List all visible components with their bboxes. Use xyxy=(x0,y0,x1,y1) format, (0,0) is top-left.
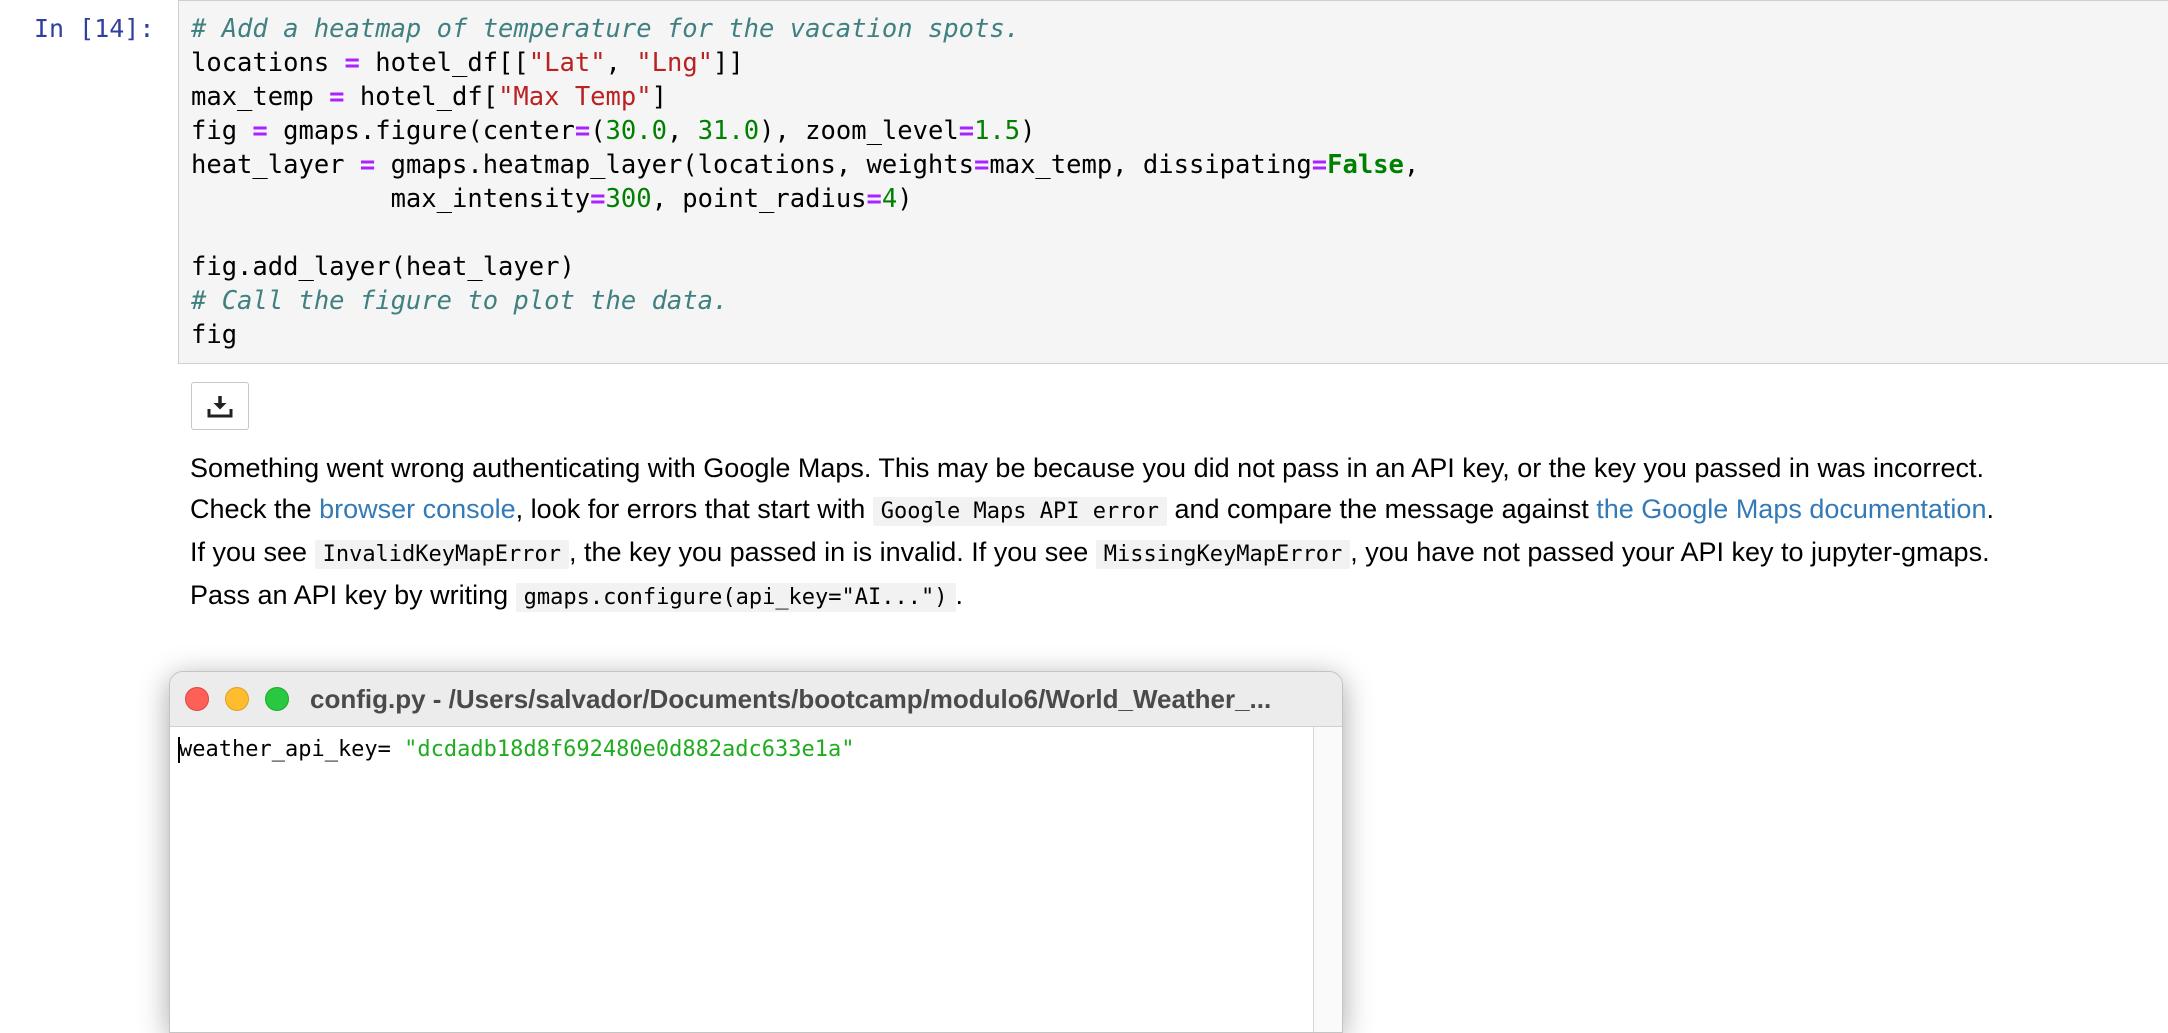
code-line: fig = gmaps.figure(center=(30.0, 31.0), … xyxy=(191,114,1419,148)
code-cell[interactable]: # Add a heatmap of temperature for the v… xyxy=(178,0,2168,364)
code-token: # Add a heatmap of temperature for the v… xyxy=(191,14,1021,44)
code-token: = xyxy=(344,48,360,78)
code-token: "Lat" xyxy=(528,48,606,78)
text: and compare the message against xyxy=(1166,494,1597,524)
code-token: = xyxy=(958,116,975,146)
text: . xyxy=(1986,494,1994,524)
text: , look for errors that start with xyxy=(515,494,873,524)
code-token: = xyxy=(359,150,376,180)
code-token: gmaps.figure(center xyxy=(267,116,575,146)
download-icon xyxy=(207,396,233,418)
cell-prompt: In [14]: xyxy=(34,14,155,43)
editor-line[interactable]: weather_api_key= "dcdadb18d8f692480e0d88… xyxy=(179,737,855,762)
code-token: max_temp xyxy=(191,82,330,112)
code-token: = xyxy=(866,184,882,214)
code-token: = xyxy=(1311,150,1328,180)
text: , the key you passed in is invalid. If y… xyxy=(569,537,1096,567)
code-token: ] xyxy=(651,82,667,112)
output-line: Check the browser console, look for erro… xyxy=(190,489,2160,532)
config-editor-window[interactable]: config.py - /Users/salvador/Documents/bo… xyxy=(169,671,1343,1033)
code-line: # Add a heatmap of temperature for the v… xyxy=(191,12,1419,46)
google-maps-docs-link[interactable]: the Google Maps documentation xyxy=(1596,494,1986,524)
variable-name: weather_api_key= xyxy=(179,737,405,762)
code-token: ), zoom_level xyxy=(759,116,959,146)
code-token: = xyxy=(329,82,345,112)
code-token: , xyxy=(666,116,698,146)
code-line: fig xyxy=(191,318,1419,352)
text: . xyxy=(955,580,964,610)
code-token: max_intensity xyxy=(191,184,591,214)
code-token: ) xyxy=(1020,116,1036,146)
text: , you have not passed your API key to ju… xyxy=(1350,537,1990,567)
code-line: max_temp = hotel_df["Max Temp"] xyxy=(191,80,1419,114)
code-line: max_intensity=300, point_radius=4) xyxy=(191,182,1419,216)
window-titlebar[interactable]: config.py - /Users/salvador/Documents/bo… xyxy=(170,672,1342,727)
text: Check the xyxy=(190,494,320,524)
minimize-button[interactable] xyxy=(225,687,249,711)
code-token: ) xyxy=(897,184,913,214)
output-message: Something went wrong authenticating with… xyxy=(190,448,2160,618)
error-text: Something went wrong authenticating with… xyxy=(190,453,1984,483)
inline-code: MissingKeyMapError xyxy=(1095,540,1351,569)
code-token: = xyxy=(590,184,606,214)
editor-scrollbar[interactable] xyxy=(1313,727,1342,1032)
code-token: 30.0 xyxy=(605,116,667,146)
code-line: locations = hotel_df[["Lat", "Lng"]] xyxy=(191,46,1419,80)
code-token: = xyxy=(974,150,990,180)
output-line: Pass an API key by writing gmaps.configu… xyxy=(190,575,2160,618)
code-line: heat_layer = gmaps.heatmap_layer(locatio… xyxy=(191,148,1419,182)
code-editor[interactable]: # Add a heatmap of temperature for the v… xyxy=(191,12,1419,352)
code-token: fig xyxy=(191,116,253,146)
code-token: heat_layer xyxy=(191,150,360,180)
code-token: max_temp, dissipating xyxy=(989,150,1312,180)
code-token: locations xyxy=(191,48,345,78)
code-token: fig.add_layer(heat_layer) xyxy=(191,252,575,282)
zoom-button[interactable] xyxy=(265,687,289,711)
window-title: config.py - /Users/salvador/Documents/bo… xyxy=(310,684,1272,714)
code-token: , xyxy=(1403,150,1420,180)
code-token: 300 xyxy=(605,184,652,214)
code-token: "Max Temp" xyxy=(498,82,652,112)
text: Pass an API key by writing xyxy=(190,580,516,610)
code-token: = xyxy=(252,116,268,146)
output-line: Something went wrong authenticating with… xyxy=(190,448,2160,489)
browser-console-link[interactable]: browser console xyxy=(319,494,516,524)
inline-code: gmaps.configure(api_key="AI...") xyxy=(515,583,956,612)
code-token: # Call the figure to plot the data. xyxy=(191,286,729,316)
code-line: # Call the figure to plot the data. xyxy=(191,284,1419,318)
close-button[interactable] xyxy=(185,687,209,711)
editor-text-area[interactable]: weather_api_key= "dcdadb18d8f692480e0d88… xyxy=(170,727,1314,1032)
text: If you see xyxy=(190,537,315,567)
inline-code: Google Maps API error xyxy=(872,497,1167,526)
code-token: 4 xyxy=(881,184,898,214)
download-button[interactable] xyxy=(191,382,249,430)
code-token: 1.5 xyxy=(974,116,1021,146)
code-token: ( xyxy=(590,116,606,146)
code-token: hotel_df[[ xyxy=(359,48,529,78)
code-token: fig xyxy=(191,320,238,350)
code-token: False xyxy=(1327,150,1404,180)
code-token: 31.0 xyxy=(697,116,760,146)
code-token: ]] xyxy=(713,48,744,78)
output-line: If you see InvalidKeyMapError, the key y… xyxy=(190,532,2160,575)
inline-code: InvalidKeyMapError xyxy=(314,540,569,569)
code-token: , point_radius xyxy=(651,184,867,214)
code-token: , xyxy=(605,48,637,78)
code-token: gmaps.heatmap_layer(locations, weights xyxy=(375,150,974,180)
api-key-value: "dcdadb18d8f692480e0d882adc633e1a" xyxy=(404,737,855,762)
code-token: hotel_df[ xyxy=(344,82,499,112)
code-token: "Lng" xyxy=(636,48,714,78)
code-line: fig.add_layer(heat_layer) xyxy=(191,250,1419,284)
code-token: = xyxy=(574,116,591,146)
